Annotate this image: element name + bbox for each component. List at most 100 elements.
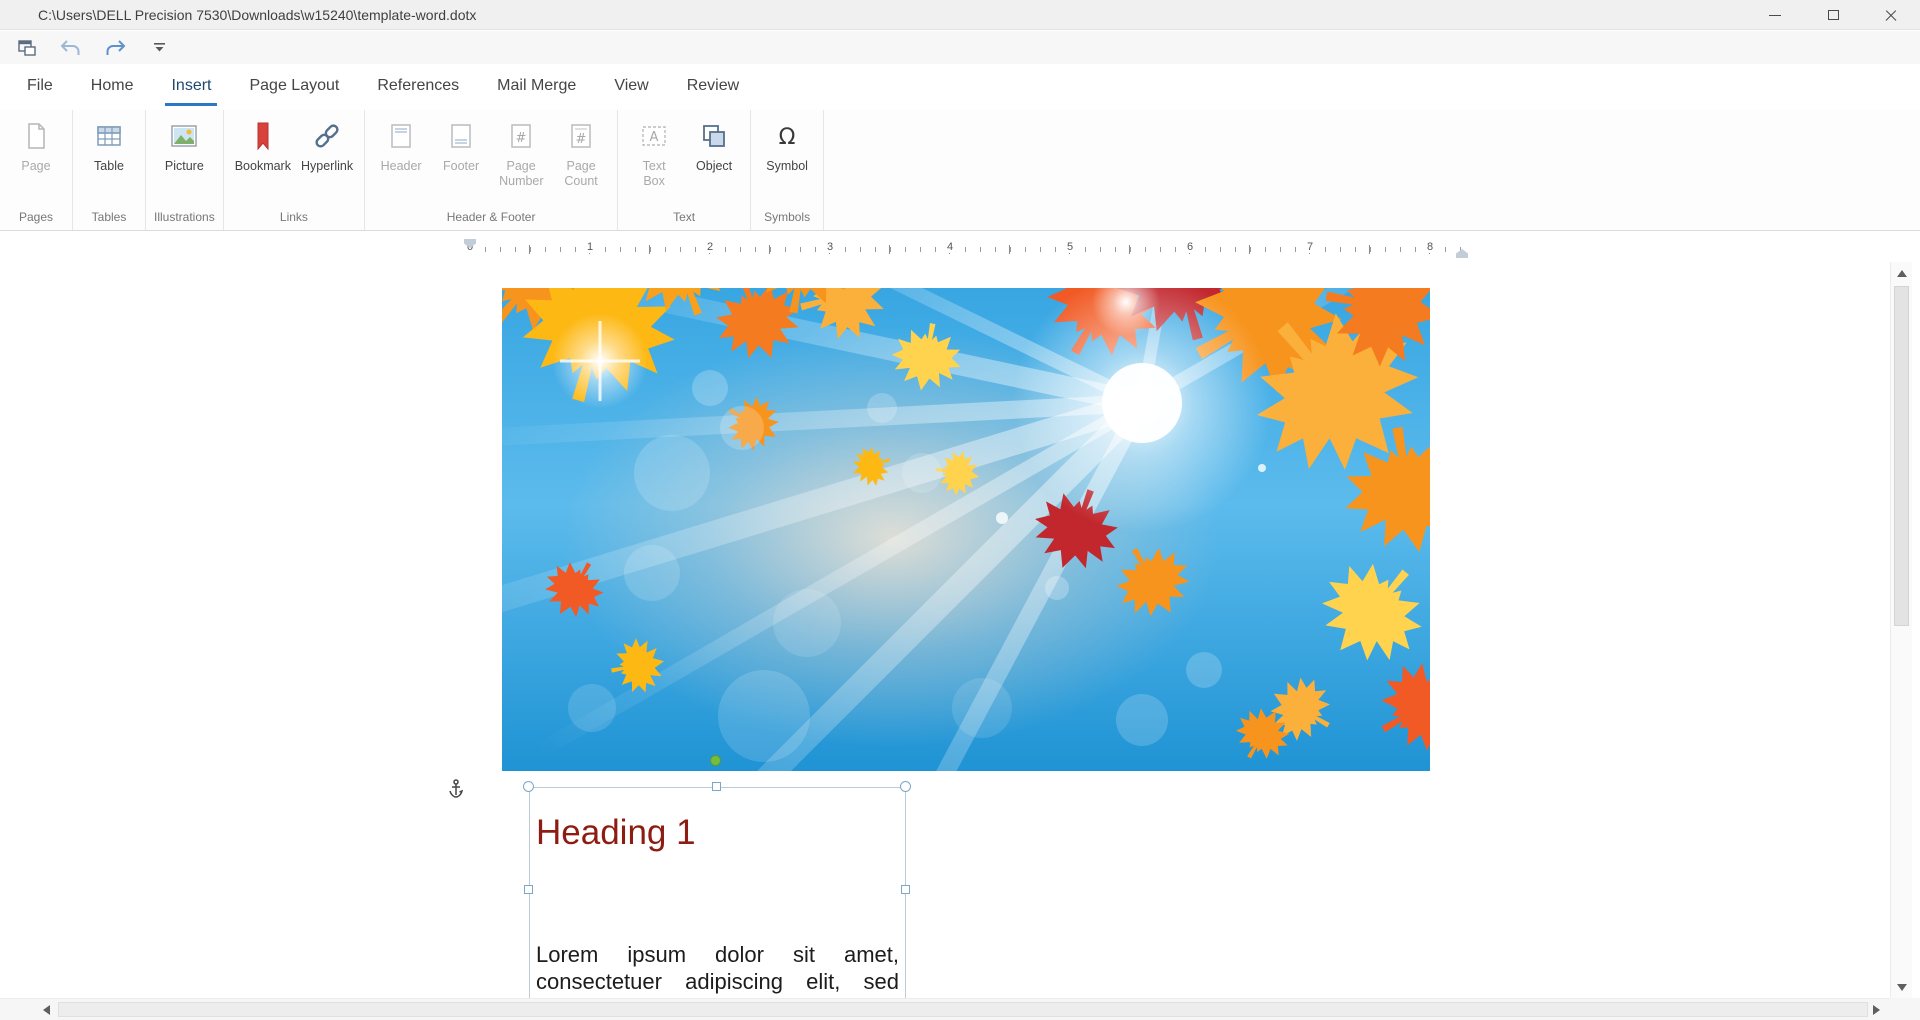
app-menu-button[interactable] xyxy=(14,35,40,61)
tab-view[interactable]: View xyxy=(595,64,667,110)
title-bar: C:\Users\DELL Precision 7530\Downloads\w… xyxy=(0,0,1920,30)
group-label-pages: Pages xyxy=(18,210,54,224)
tab-page-layout[interactable]: Page Layout xyxy=(230,64,358,110)
paragraph-line[interactable]: Lorem ipsum dolor sit amet, xyxy=(536,941,899,968)
page-count-button[interactable]: # Page Count xyxy=(551,114,611,191)
app-menu-icon xyxy=(18,39,36,56)
header-icon xyxy=(381,116,421,156)
qat-customize-button[interactable] xyxy=(146,35,172,61)
ruler-number: 2 xyxy=(702,241,718,253)
resize-handle-middle-right[interactable] xyxy=(901,885,910,894)
page-button[interactable]: Page xyxy=(6,114,66,176)
vertical-scroll-thumb[interactable] xyxy=(1894,286,1909,626)
table-button-label: Table xyxy=(94,159,124,173)
heading-text[interactable]: Heading 1 xyxy=(536,812,899,854)
scroll-down-button[interactable] xyxy=(1891,978,1912,996)
svg-text:Ω: Ω xyxy=(779,125,796,150)
ribbon-group-links: Bookmark Hyperlink Links xyxy=(224,110,366,230)
redo-button[interactable] xyxy=(102,35,128,61)
paragraph-line[interactable]: consectetuer adipiscing elit, sed xyxy=(536,968,899,995)
tab-mail-merge[interactable]: Mail Merge xyxy=(478,64,595,110)
maximize-icon xyxy=(1827,10,1839,20)
text-box[interactable]: Heading 1 Lorem ipsum dolor sit amet, co… xyxy=(529,787,906,998)
ribbon-group-text: A Text Box Object Text xyxy=(618,110,752,230)
tab-review[interactable]: Review xyxy=(668,64,758,110)
resize-handle-top-center[interactable] xyxy=(712,782,721,791)
svg-text:A: A xyxy=(650,130,659,145)
bookmark-button-label: Bookmark xyxy=(234,159,291,173)
resize-handle-top-right[interactable] xyxy=(900,781,911,792)
bookmark-icon xyxy=(243,116,283,156)
maximize-button[interactable] xyxy=(1804,0,1862,30)
close-button[interactable] xyxy=(1862,0,1920,30)
object-icon xyxy=(694,116,734,156)
symbol-omega-icon: Ω xyxy=(767,116,807,156)
symbol-button[interactable]: Ω Symbol xyxy=(757,114,817,176)
object-button[interactable]: Object xyxy=(684,114,744,176)
tab-home[interactable]: Home xyxy=(72,64,153,110)
text-box-button[interactable]: A Text Box xyxy=(624,114,684,191)
text-box-icon: A xyxy=(634,116,674,156)
ruler-number: 7 xyxy=(1302,241,1318,253)
ruler-number: 8 xyxy=(1422,241,1438,253)
word-editor-window: C:\Users\DELL Precision 7530\Downloads\w… xyxy=(0,0,1920,1020)
group-label-symbols: Symbols xyxy=(764,210,811,224)
page-count-icon: # xyxy=(561,116,601,156)
scroll-right-button[interactable] xyxy=(1866,999,1886,1020)
table-button[interactable]: Table xyxy=(79,114,139,176)
symbol-button-label: Symbol xyxy=(766,159,808,173)
window-controls xyxy=(1746,0,1920,30)
ribbon-group-pages: Page Pages xyxy=(0,110,73,230)
chevron-down-icon xyxy=(153,42,165,51)
resize-handle-middle-left[interactable] xyxy=(524,885,533,894)
header-button[interactable]: Header xyxy=(371,114,431,176)
hyperlink-button[interactable]: Hyperlink xyxy=(296,114,358,176)
footer-button[interactable]: Footer xyxy=(431,114,491,176)
quick-access-toolbar xyxy=(0,31,1920,64)
scroll-up-button[interactable] xyxy=(1891,264,1912,282)
redo-icon xyxy=(106,39,126,55)
minimize-icon xyxy=(1769,14,1781,16)
tab-references[interactable]: References xyxy=(358,64,478,110)
picture-button-label: Picture xyxy=(164,159,204,173)
group-label-header-footer: Header & Footer xyxy=(446,210,536,224)
window-title: C:\Users\DELL Precision 7530\Downloads\w… xyxy=(38,6,477,23)
minimize-button[interactable] xyxy=(1746,0,1804,30)
undo-button[interactable] xyxy=(58,35,84,61)
ribbon-group-symbols: Ω Symbol Symbols xyxy=(751,110,825,230)
resize-handle-top-left[interactable] xyxy=(523,781,534,792)
picture-icon xyxy=(164,116,204,156)
tab-file[interactable]: File xyxy=(8,64,72,110)
autumn-leaves-image xyxy=(502,288,1430,771)
document-image[interactable] xyxy=(502,288,1430,771)
ribbon-group-tables: Table Tables xyxy=(73,110,146,230)
document-canvas[interactable]: Heading 1 Lorem ipsum dolor sit amet, co… xyxy=(0,260,1890,998)
horizontal-ruler: 0 1 2 3 4 5 6 7 8 xyxy=(0,238,1920,260)
bookmark-button[interactable]: Bookmark xyxy=(230,114,296,176)
page-icon xyxy=(16,116,56,156)
tab-insert[interactable]: Insert xyxy=(152,64,230,110)
table-icon xyxy=(89,116,129,156)
undo-icon xyxy=(60,39,80,55)
scroll-left-button[interactable] xyxy=(36,999,56,1020)
rotate-handle[interactable] xyxy=(710,755,721,766)
ruler-half-ticks xyxy=(470,245,1470,254)
group-label-text: Text xyxy=(673,210,696,224)
arrow-up-icon xyxy=(1896,269,1907,277)
ribbon: Page Pages Table Tables Picture Illustra… xyxy=(0,110,1920,231)
picture-button[interactable]: Picture xyxy=(154,114,214,176)
footer-button-label: Footer xyxy=(443,159,480,173)
object-button-label: Object xyxy=(696,159,733,173)
ruler-number: 4 xyxy=(942,241,958,253)
page-number-button[interactable]: # Page Number xyxy=(491,114,551,191)
scrollbar-corner xyxy=(1890,998,1920,1020)
page-button-label: Page xyxy=(21,159,51,173)
group-label-illustrations: Illustrations xyxy=(154,210,215,224)
ruler-number: 1 xyxy=(582,241,598,253)
anchor-icon[interactable] xyxy=(448,778,464,805)
body-paragraph[interactable]: Lorem ipsum dolor sit amet, consectetuer… xyxy=(536,941,899,998)
close-icon xyxy=(1884,8,1898,22)
horizontal-scroll-thumb[interactable] xyxy=(58,1002,1868,1017)
vertical-scrollbar[interactable] xyxy=(1890,262,1912,998)
horizontal-scrollbar[interactable] xyxy=(0,998,1890,1020)
